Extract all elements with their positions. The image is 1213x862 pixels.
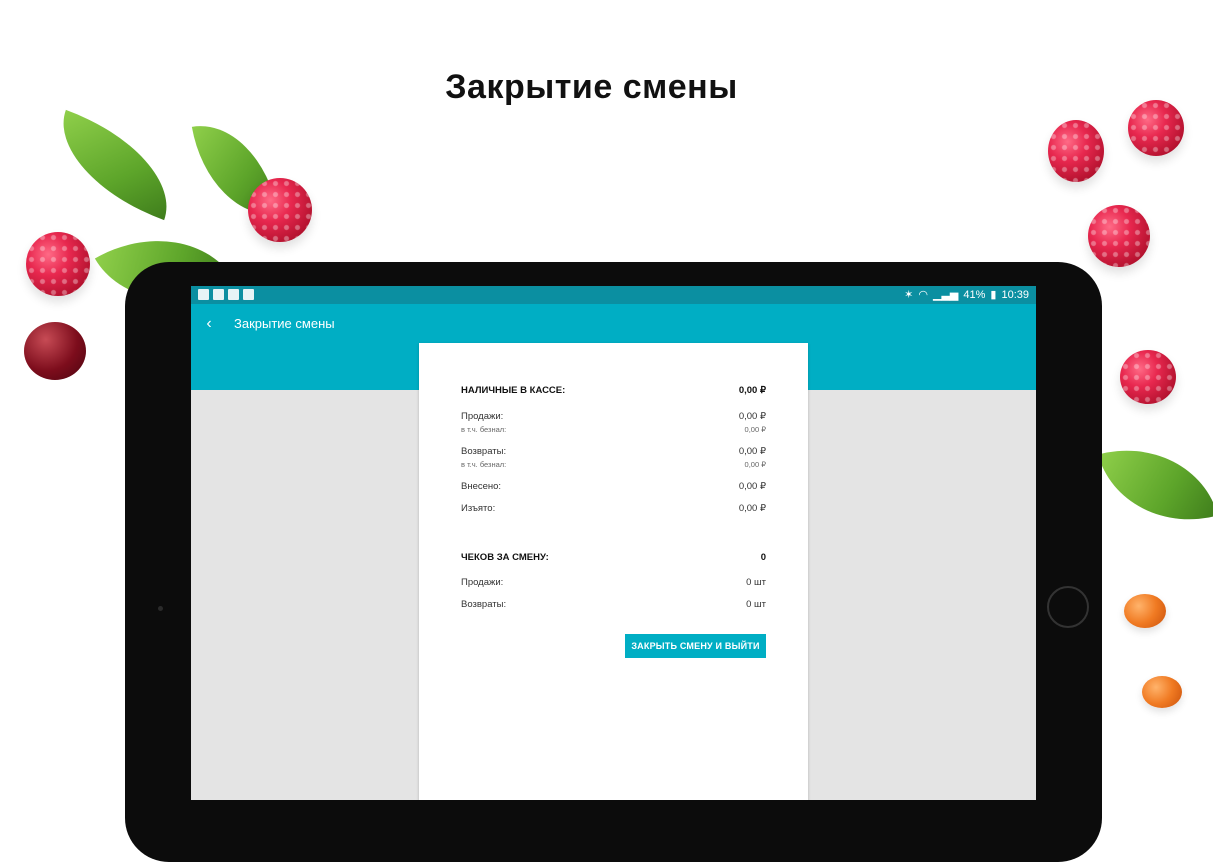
raspberry-decoration — [1048, 120, 1104, 182]
raspberry-decoration — [26, 232, 90, 296]
notification-icon — [198, 289, 209, 300]
returns-cashless-row: в т.ч. безнал: 0,00 ₽ — [461, 460, 766, 469]
receipts-label: ЧЕКОВ ЗА СМЕНУ: — [461, 552, 549, 563]
notification-icon — [243, 289, 254, 300]
sales-cashless-label: в т.ч. безнал: — [461, 425, 507, 434]
status-indicators: ✶ ◠ ▁▃▅ 41% ▮ 10:39 — [904, 288, 1029, 302]
sales-label: Продажи: — [461, 411, 504, 422]
sales-row: Продажи: 0,00 ₽ — [461, 411, 766, 422]
back-arrow-icon[interactable]: ‹ — [199, 314, 219, 334]
notification-icon — [213, 289, 224, 300]
returns-cashless-label: в т.ч. безнал: — [461, 460, 507, 469]
status-bar: ✶ ◠ ▁▃▅ 41% ▮ 10:39 — [191, 286, 1036, 304]
receipts-sales-row: Продажи: 0 шт — [461, 577, 766, 588]
withdrawn-label: Изъято: — [461, 503, 496, 514]
returns-label: Возвраты: — [461, 446, 507, 457]
promo-headline: Закрытие смены — [445, 68, 738, 106]
shift-summary-card: НАЛИЧНЫЕ В КАССЕ: 0,00 ₽ Продажи: 0,00 ₽… — [419, 343, 808, 800]
receipts-sales-label: Продажи: — [461, 577, 504, 588]
raspberry-decoration — [1128, 100, 1184, 156]
deposited-row: Внесено: 0,00 ₽ — [461, 481, 766, 492]
cherry-decoration — [24, 322, 86, 380]
sea-buckthorn-decoration — [1142, 676, 1182, 708]
sales-value: 0,00 ₽ — [738, 411, 766, 422]
receipts-returns-value: 0 шт — [746, 599, 766, 610]
raspberry-decoration — [248, 178, 312, 242]
cash-label: НАЛИЧНЫЕ В КАССЕ: — [461, 385, 566, 396]
raspberry-decoration — [1088, 205, 1150, 267]
close-shift-button[interactable]: ЗАКРЫТЬ СМЕНУ И ВЫЙТИ — [625, 634, 766, 658]
clock: 10:39 — [1001, 288, 1029, 301]
withdrawn-row: Изъято: 0,00 ₽ — [461, 503, 766, 514]
receipts-returns-row: Возвраты: 0 шт — [461, 599, 766, 610]
battery-icon: ▮ — [990, 289, 997, 301]
withdrawn-value: 0,00 ₽ — [738, 503, 766, 514]
signal-icon: ▁▃▅ — [932, 289, 959, 301]
receipts-returns-label: Возвраты: — [461, 599, 507, 610]
sales-cashless-value: 0,00 ₽ — [744, 425, 766, 434]
leaf-decoration — [1098, 428, 1213, 542]
app-bar-title: Закрытие смены — [234, 316, 335, 331]
sales-cashless-row: в т.ч. безнал: 0,00 ₽ — [461, 425, 766, 434]
raspberry-decoration — [1120, 350, 1176, 404]
wifi-icon: ◠ — [918, 289, 928, 301]
notification-icons — [198, 289, 254, 300]
deposited-value: 0,00 ₽ — [738, 481, 766, 492]
leaf-decoration — [41, 109, 189, 221]
returns-row: Возвраты: 0,00 ₽ — [461, 446, 766, 457]
app-screen: ✶ ◠ ▁▃▅ 41% ▮ 10:39 ‹ Закрытие смены НАЛ… — [191, 286, 1036, 800]
returns-cashless-value: 0,00 ₽ — [744, 460, 766, 469]
bluetooth-icon: ✶ — [904, 289, 914, 301]
deposited-label: Внесено: — [461, 481, 502, 492]
tablet-camera — [158, 606, 163, 611]
tablet-home-button — [1047, 586, 1089, 628]
cash-value: 0,00 ₽ — [738, 385, 766, 396]
receipts-sales-value: 0 шт — [746, 577, 766, 588]
receipts-row: ЧЕКОВ ЗА СМЕНУ: 0 — [461, 552, 766, 563]
sea-buckthorn-decoration — [1124, 594, 1166, 628]
returns-value: 0,00 ₽ — [738, 446, 766, 457]
cash-row: НАЛИЧНЫЕ В КАССЕ: 0,00 ₽ — [461, 385, 766, 396]
battery-percent: 41% — [963, 288, 986, 301]
receipts-value: 0 — [760, 552, 766, 563]
image-icon — [228, 289, 239, 300]
